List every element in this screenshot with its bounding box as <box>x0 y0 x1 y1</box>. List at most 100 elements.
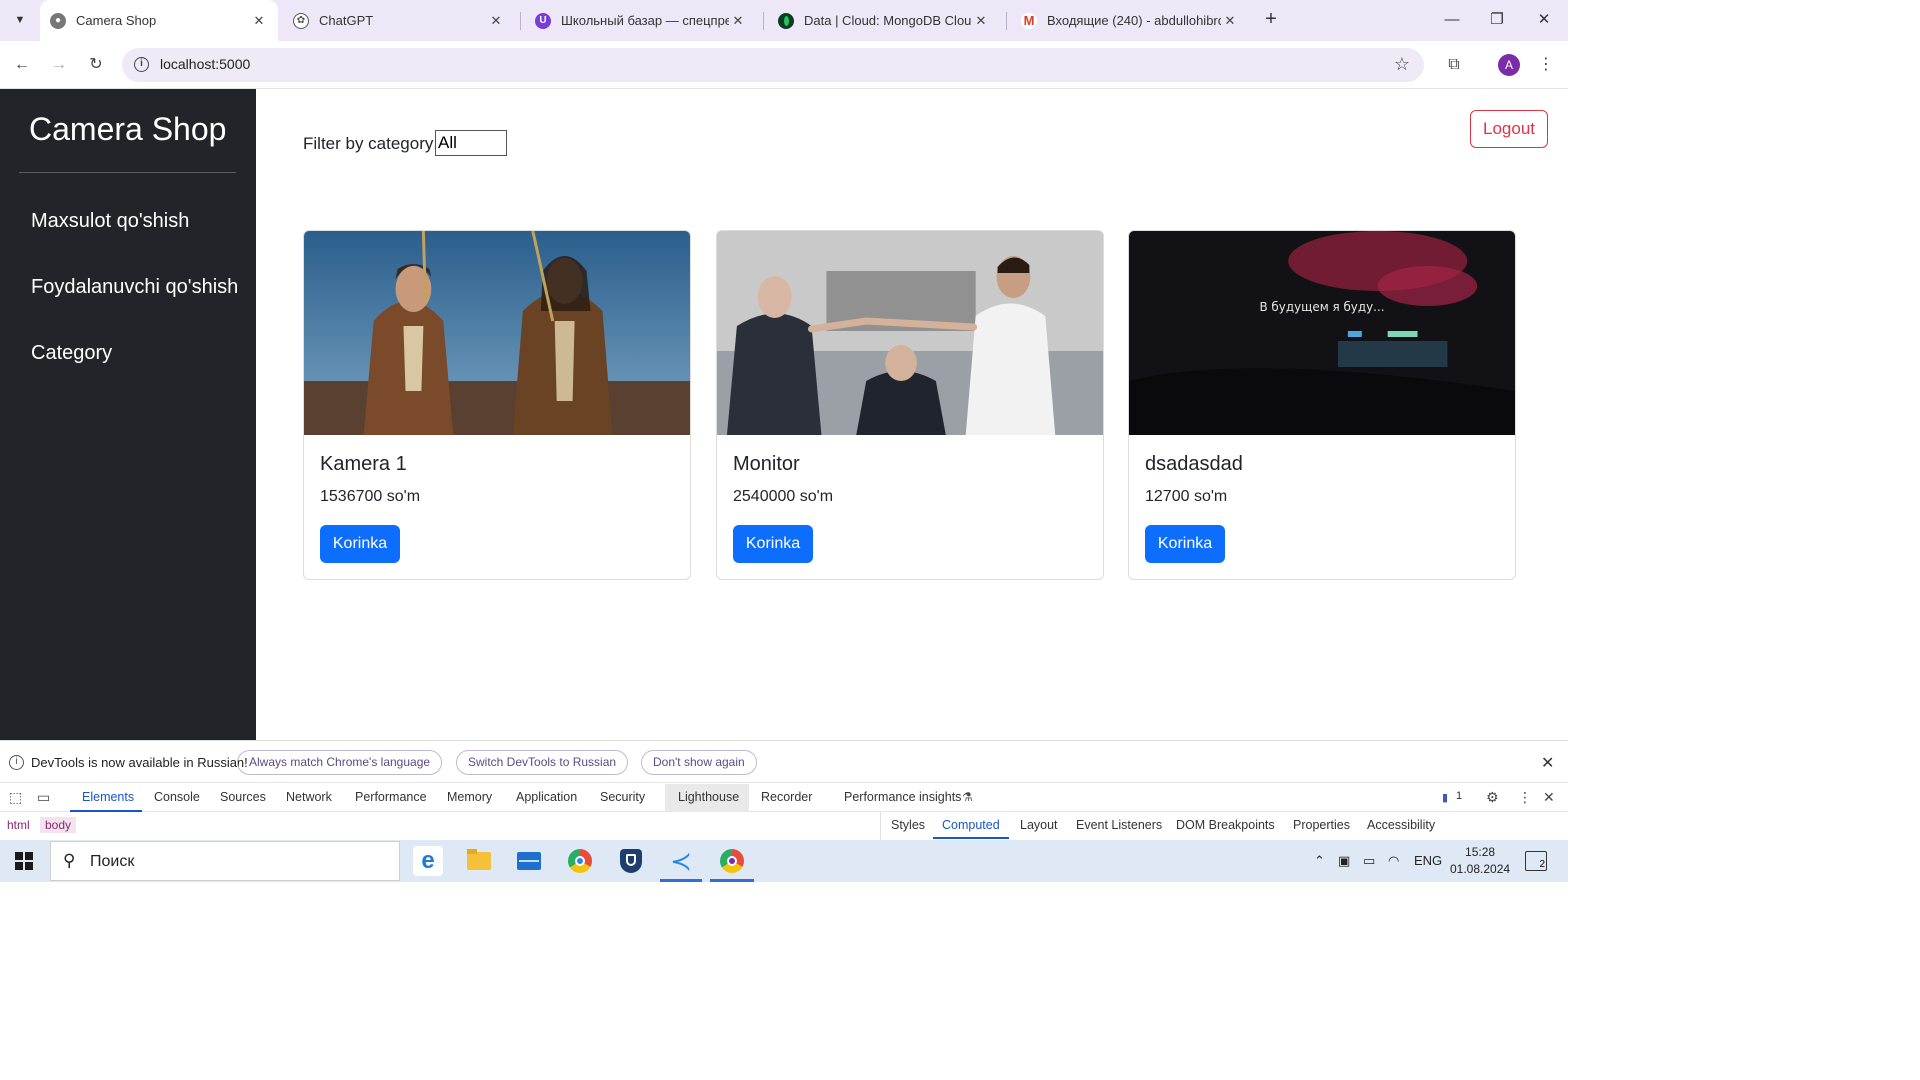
close-tab-icon[interactable]: ✕ <box>1221 13 1239 29</box>
tab-search-icon[interactable]: ▼ <box>8 8 32 32</box>
product-title: dsadasdad <box>1145 453 1243 475</box>
clock[interactable]: 15:28 01.08.2024 <box>1450 844 1510 878</box>
sidebar-link-add-user[interactable]: Foydalanuvchi qo'shish <box>31 276 238 299</box>
chrome-menu-icon[interactable]: ⋮ <box>1534 53 1558 77</box>
korinka-button[interactable]: Korinka <box>733 525 813 563</box>
issues-icon[interactable]: ▮ <box>1442 791 1448 804</box>
tab-title: Входящие (240) - abdullohibro <box>1047 13 1221 28</box>
korinka-button[interactable]: Korinka <box>1145 525 1225 563</box>
image-caption: В будущем я буду... <box>1259 300 1384 314</box>
more-options-icon[interactable]: ⋮ <box>1518 789 1532 806</box>
main-content: Filter by category: All Logout Kamera 1 … <box>256 89 1568 740</box>
subtab-layout[interactable]: Layout <box>1020 818 1058 832</box>
close-devtools-icon[interactable]: ✕ <box>1543 789 1555 806</box>
tab-lighthouse[interactable]: Lighthouse <box>678 790 739 804</box>
switch-devtools-russian-button[interactable]: Switch DevTools to Russian <box>456 750 629 775</box>
clock-time: 15:28 <box>1465 845 1496 859</box>
tab-security[interactable]: Security <box>600 790 645 804</box>
subtab-event-listeners[interactable]: Event Listeners <box>1076 818 1162 832</box>
inspect-element-icon[interactable]: ⬚ <box>9 789 22 806</box>
device-toolbar-icon[interactable]: ▭ <box>37 789 50 806</box>
url-text[interactable]: localhost:5000 <box>160 56 250 72</box>
windows-start-icon[interactable] <box>15 852 33 870</box>
product-card: Kamera 1 1536700 so'm Korinka <box>303 230 691 580</box>
tab-separator <box>763 12 764 30</box>
close-tab-icon[interactable]: ✕ <box>729 13 747 29</box>
korinka-button[interactable]: Korinka <box>320 525 400 563</box>
close-icon[interactable]: ✕ <box>1541 753 1554 773</box>
close-tab-icon[interactable]: ✕ <box>972 13 990 29</box>
restore-icon[interactable]: ❐ <box>1485 8 1509 32</box>
tab-chatgpt[interactable]: ✿ ChatGPT ✕ <box>283 0 515 41</box>
reload-icon[interactable]: ↻ <box>84 53 108 77</box>
wifi-icon[interactable]: ◠ <box>1388 853 1399 869</box>
tab-elements[interactable]: Elements <box>82 790 134 804</box>
tab-application[interactable]: Application <box>516 790 577 804</box>
tab-network[interactable]: Network <box>286 790 332 804</box>
tab-gmail[interactable]: M Входящие (240) - abdullohibro ✕ <box>1011 0 1249 41</box>
site-info-icon[interactable]: i <box>134 57 149 72</box>
extensions-icon[interactable]: ⧉ <box>1442 53 1466 77</box>
tray-chevron-icon[interactable]: ⌃ <box>1314 853 1325 869</box>
subtab-styles[interactable]: Styles <box>891 818 925 832</box>
search-icon: ⚲ <box>63 851 76 870</box>
always-match-language-button[interactable]: Always match Chrome's language <box>237 750 443 775</box>
tab-camera-shop[interactable]: ● Camera Shop ✕ <box>40 0 278 41</box>
breadcrumb-html[interactable]: html <box>2 817 35 833</box>
issues-count[interactable]: 1 <box>1456 790 1462 802</box>
clock-date: 01.08.2024 <box>1450 862 1511 876</box>
language-indicator[interactable]: ENG <box>1414 853 1442 868</box>
subtab-computed[interactable]: Computed <box>942 818 1000 832</box>
tab-separator <box>520 12 521 30</box>
tab-memory[interactable]: Memory <box>447 790 492 804</box>
brand-title[interactable]: Camera Shop <box>29 111 226 148</box>
tab-school-bazaar[interactable]: U Школьный базар — спецпред ✕ <box>525 0 757 41</box>
edge-icon[interactable]: e <box>413 846 443 876</box>
tab-performance-insights[interactable]: Performance insights <box>844 790 961 804</box>
category-filter-select[interactable]: All <box>435 130 507 156</box>
minimize-icon[interactable]: — <box>1440 8 1464 32</box>
chrome-icon[interactable] <box>565 846 595 876</box>
taskbar-search-box[interactable]: ⚲ Поиск <box>50 841 400 881</box>
back-icon[interactable]: ← <box>10 53 34 77</box>
mail-icon[interactable] <box>514 846 544 876</box>
pane-divider[interactable] <box>880 812 881 840</box>
tab-sources[interactable]: Sources <box>220 790 266 804</box>
file-explorer-icon[interactable] <box>464 846 494 876</box>
shield-app-icon[interactable] <box>616 846 646 876</box>
chrome-profile-icon[interactable] <box>717 846 747 876</box>
dont-show-again-button[interactable]: Don't show again <box>641 750 757 775</box>
flask-icon: ⚗ <box>962 790 973 804</box>
subtab-accessibility[interactable]: Accessibility <box>1367 818 1435 832</box>
windows-taskbar: ⚲ Поиск e ≺ ⌃ ▣ ▭ ◠ ENG 15:28 01.08.2024… <box>0 840 1568 882</box>
sidebar-link-category[interactable]: Category <box>31 342 112 365</box>
globe-icon: ● <box>50 12 66 29</box>
forward-icon[interactable]: → <box>47 53 71 77</box>
battery-icon[interactable]: ▭ <box>1363 853 1375 869</box>
tab-console[interactable]: Console <box>154 790 200 804</box>
settings-gear-icon[interactable]: ⚙ <box>1486 789 1499 806</box>
tab-performance[interactable]: Performance <box>355 790 427 804</box>
notifications-icon[interactable]: 2 <box>1525 851 1547 871</box>
running-app-indicator <box>710 879 754 882</box>
close-window-icon[interactable]: ✕ <box>1532 8 1556 32</box>
tab-recorder[interactable]: Recorder <box>761 790 812 804</box>
subtab-properties[interactable]: Properties <box>1293 818 1350 832</box>
chatgpt-icon: ✿ <box>293 12 309 29</box>
profile-avatar[interactable]: A <box>1498 54 1520 76</box>
tab-separator <box>1006 12 1007 30</box>
bookmark-star-icon[interactable]: ☆ <box>1394 54 1410 75</box>
sidebar-link-add-product[interactable]: Maxsulot qo'shish <box>31 210 189 233</box>
product-price: 1536700 so'm <box>320 488 421 505</box>
breadcrumb-body[interactable]: body <box>40 817 77 833</box>
subtab-dom-breakpoints[interactable]: DOM Breakpoints <box>1176 818 1275 832</box>
display-icon[interactable]: ▣ <box>1338 853 1350 869</box>
devtools-tabbar: ⬚ ▭ Elements Console Sources Network Per… <box>0 782 1568 812</box>
logout-button[interactable]: Logout <box>1470 110 1548 148</box>
close-tab-icon[interactable]: ✕ <box>250 13 268 29</box>
address-bar[interactable]: i localhost:5000 ☆ <box>122 48 1424 82</box>
close-tab-icon[interactable]: ✕ <box>487 13 505 29</box>
vscode-icon[interactable]: ≺ <box>666 846 696 876</box>
tab-mongodb[interactable]: Data | Cloud: MongoDB Cloud ✕ <box>768 0 1000 41</box>
new-tab-button[interactable]: + <box>1260 8 1282 32</box>
